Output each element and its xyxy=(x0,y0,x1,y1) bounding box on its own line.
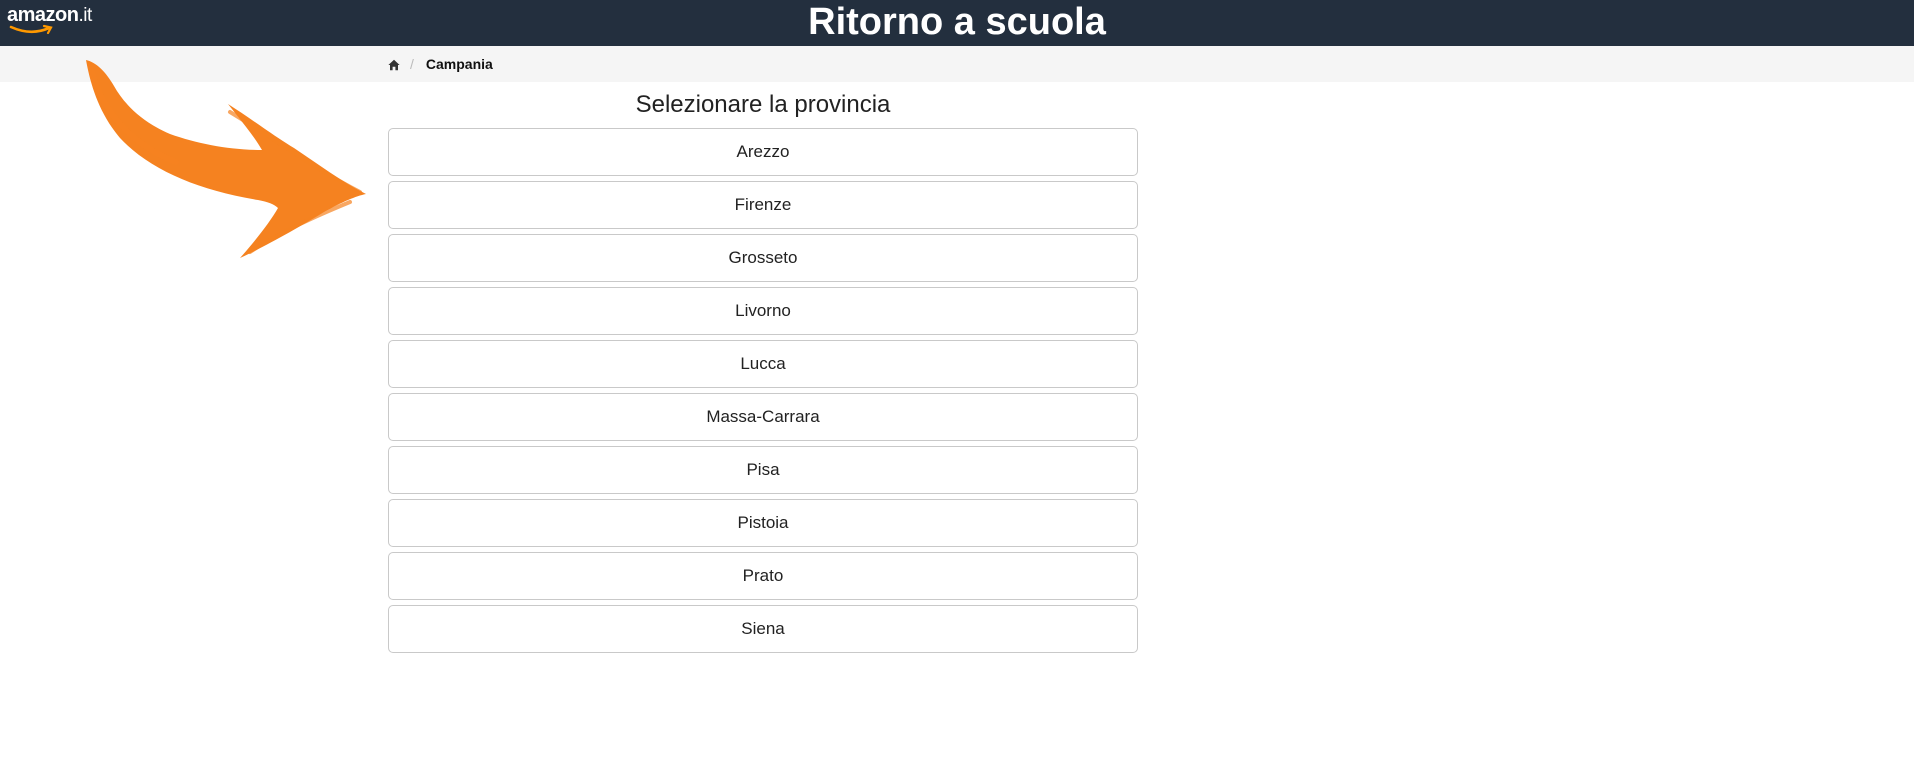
brush-arrow-icon xyxy=(86,60,366,258)
province-button-lucca[interactable]: Lucca xyxy=(388,340,1138,388)
breadcrumb-current[interactable]: Campania xyxy=(426,56,493,72)
province-button-siena[interactable]: Siena xyxy=(388,605,1138,653)
select-province-heading: Selezionare la provincia xyxy=(635,91,891,118)
province-button-pistoia[interactable]: Pistoia xyxy=(388,499,1138,547)
province-button-pisa[interactable]: Pisa xyxy=(388,446,1138,494)
top-bar: amazon.it Ritorno a scuola xyxy=(0,0,1914,46)
page-title: Ritorno a scuola xyxy=(808,1,1106,43)
province-list: Arezzo Firenze Grosseto Livorno Lucca Ma… xyxy=(388,128,1138,658)
province-button-grosseto[interactable]: Grosseto xyxy=(388,234,1138,282)
province-button-livorno[interactable]: Livorno xyxy=(388,287,1138,335)
province-button-arezzo[interactable]: Arezzo xyxy=(388,128,1138,176)
province-button-prato[interactable]: Prato xyxy=(388,552,1138,600)
breadcrumb-separator: / xyxy=(410,56,414,72)
province-button-massa-carrara[interactable]: Massa-Carrara xyxy=(388,393,1138,441)
province-button-firenze[interactable]: Firenze xyxy=(388,181,1138,229)
